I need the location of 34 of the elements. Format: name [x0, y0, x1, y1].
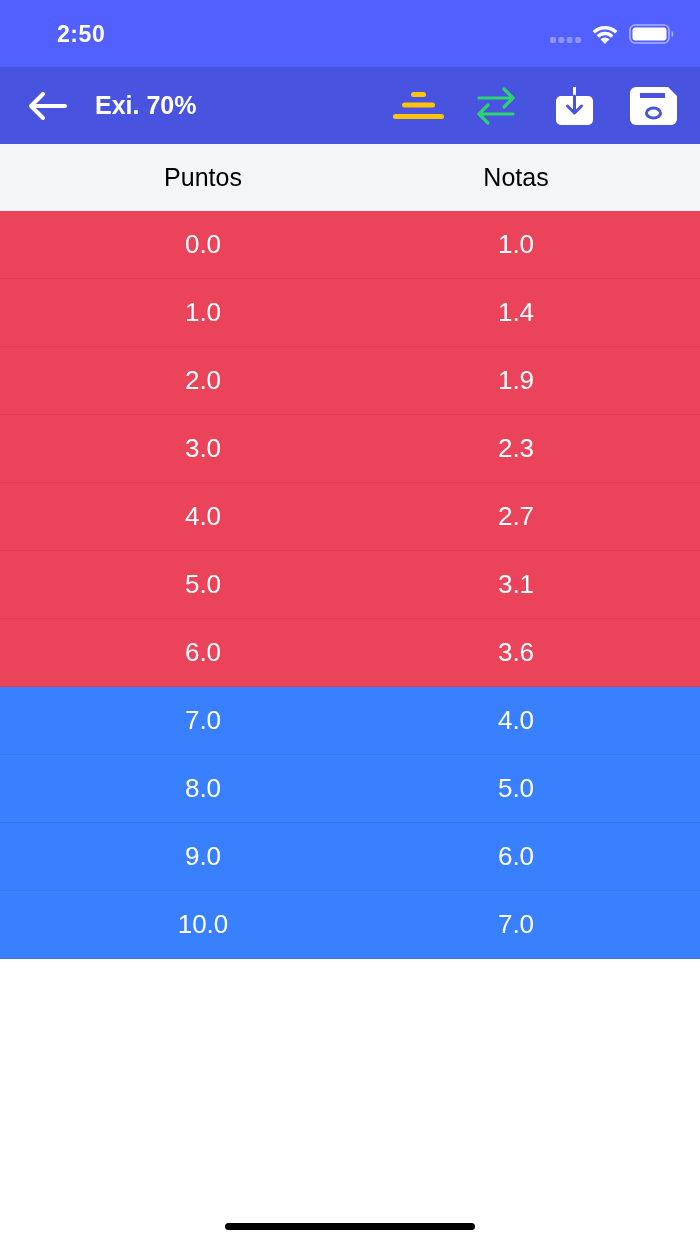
- table-cell-text: 3.0: [184, 432, 222, 465]
- page-title: Exi. 70%: [95, 89, 197, 121]
- swap-arrows-icon[interactable]: [477, 86, 515, 125]
- table-cell-text: 3.6: [497, 636, 535, 669]
- table-cell-text: 3.1: [497, 568, 535, 601]
- download-icon[interactable]: [556, 86, 593, 125]
- table-cell-text: 1.0: [184, 296, 222, 329]
- table-cell-text: 10.0: [177, 908, 229, 941]
- save-icon[interactable]: [630, 86, 677, 125]
- table-cell-text: 8.0: [184, 772, 222, 805]
- table-cell-text: 2.3: [497, 432, 535, 465]
- signal-icon: [550, 36, 581, 43]
- column-header: Puntos: [164, 161, 242, 193]
- table-cell-text: 2.0: [184, 364, 222, 397]
- table-cell-text: 6.0: [184, 636, 222, 669]
- table-cell-text: 4.0: [184, 500, 222, 533]
- battery-icon: [629, 23, 674, 44]
- table-cell-text: 2.7: [497, 500, 535, 533]
- table-cell-text: 5.0: [497, 772, 535, 805]
- table-cell-text: 0.0: [184, 228, 222, 261]
- table-cell-text: 7.0: [184, 704, 222, 737]
- table-cell-text: 1.4: [497, 296, 535, 329]
- status-time: 2:50: [57, 20, 106, 50]
- column-header: Notas: [483, 161, 549, 193]
- table-cell-text: 5.0: [184, 568, 222, 601]
- back-arrow-icon[interactable]: [27, 90, 67, 121]
- table-cell-text: 1.9: [497, 364, 535, 397]
- table-cell-text: 4.0: [497, 704, 535, 737]
- table-cell-text: 9.0: [184, 840, 222, 873]
- stacked-bars-icon[interactable]: [393, 92, 444, 119]
- table-cell-text: 1.0: [497, 228, 535, 261]
- table-cell-text: 6.0: [497, 840, 535, 873]
- table-cell-text: 7.0: [497, 908, 535, 941]
- wifi-icon: [591, 23, 619, 44]
